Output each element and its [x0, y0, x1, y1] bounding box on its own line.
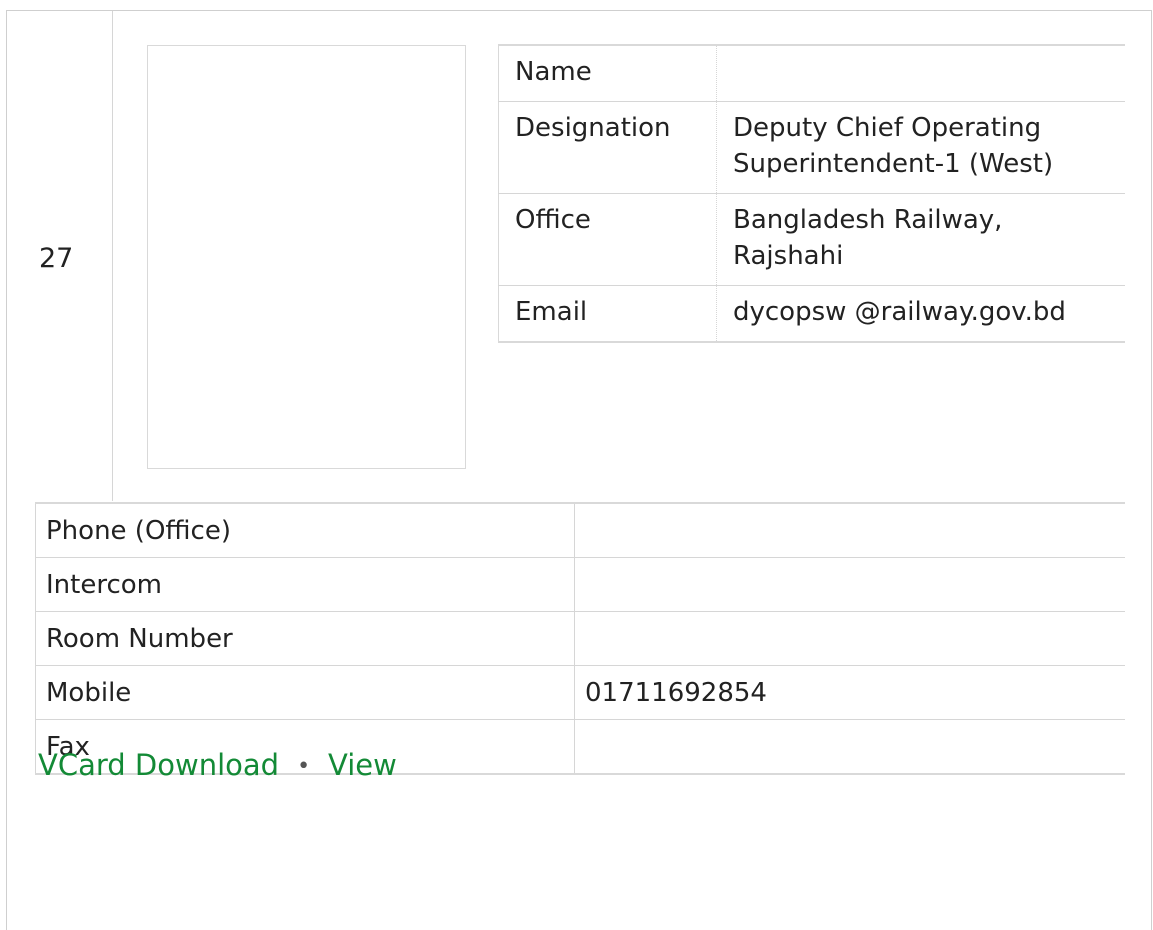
contact-label: Room Number — [35, 611, 575, 666]
contact-row-room-number: Room Number — [35, 611, 1125, 666]
contact-value — [574, 557, 1125, 612]
info-row-email: Email dycopsw @railway.gov.bd — [498, 285, 1125, 343]
contact-label: Mobile — [35, 665, 575, 720]
info-value: dycopsw @railway.gov.bd — [716, 285, 1125, 343]
employee-photo — [147, 45, 466, 469]
view-link[interactable]: View — [328, 748, 397, 782]
card-links: VCard Download • View — [38, 747, 397, 787]
vcard-download-link[interactable]: VCard Download — [38, 748, 279, 782]
info-row-office: Office Bangladesh Railway, Rajshahi — [498, 193, 1125, 286]
serial-number: 27 — [39, 243, 74, 274]
contact-value — [574, 611, 1125, 666]
info-value: Bangladesh Railway, Rajshahi — [716, 193, 1125, 286]
contact-label: Phone (Office) — [35, 502, 575, 558]
info-value — [716, 44, 1125, 102]
info-label: Email — [498, 285, 717, 343]
info-row-name: Name — [498, 44, 1125, 102]
info-label: Office — [498, 193, 717, 286]
link-separator: • — [297, 754, 311, 779]
info-row-designation: Designation Deputy Chief Operating Super… — [498, 101, 1125, 194]
contact-row-mobile: Mobile 01711692854 — [35, 665, 1125, 720]
info-label: Name — [498, 44, 717, 102]
contact-table: Phone (Office) Intercom Room Number Mobi… — [35, 502, 1125, 775]
contact-value — [574, 719, 1125, 775]
contact-row-phone-office: Phone (Office) — [35, 502, 1125, 558]
contact-label: Intercom — [35, 557, 575, 612]
employee-card: 27 Name Designation Deputy Chief Operati… — [6, 10, 1152, 930]
contact-value: 01711692854 — [574, 665, 1125, 720]
contact-row-intercom: Intercom — [35, 557, 1125, 612]
info-label: Designation — [498, 101, 717, 194]
contact-value — [574, 502, 1125, 558]
serial-column: 27 — [7, 11, 113, 501]
info-value: Deputy Chief Operating Superintendent-1 … — [716, 101, 1125, 194]
employee-info-table: Name Designation Deputy Chief Operating … — [498, 44, 1125, 343]
